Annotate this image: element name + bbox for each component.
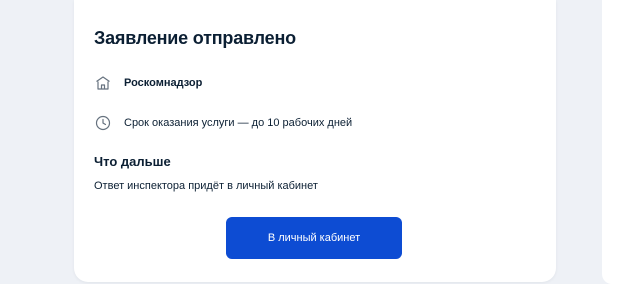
service-term-text: Срок оказания услуги — до 10 рабочих дне… — [124, 117, 353, 129]
building-icon — [94, 74, 112, 92]
personal-cabinet-button[interactable]: В личный кабинет — [226, 217, 402, 259]
adjacent-panel-edge — [602, 0, 637, 284]
service-term-row: Срок оказания услуги — до 10 рабочих дне… — [94, 114, 352, 132]
organization-name: Роскомнадзор — [124, 77, 203, 89]
next-steps-heading: Что дальше — [94, 154, 171, 169]
application-sent-card: Заявление отправлено Роскомнадзор Срок о… — [74, 0, 556, 282]
organization-row: Роскомнадзор — [94, 74, 202, 92]
page-title: Заявление отправлено — [94, 28, 296, 48]
clock-icon — [94, 114, 112, 132]
next-steps-text: Ответ инспектора придёт в личный кабинет — [94, 180, 318, 192]
